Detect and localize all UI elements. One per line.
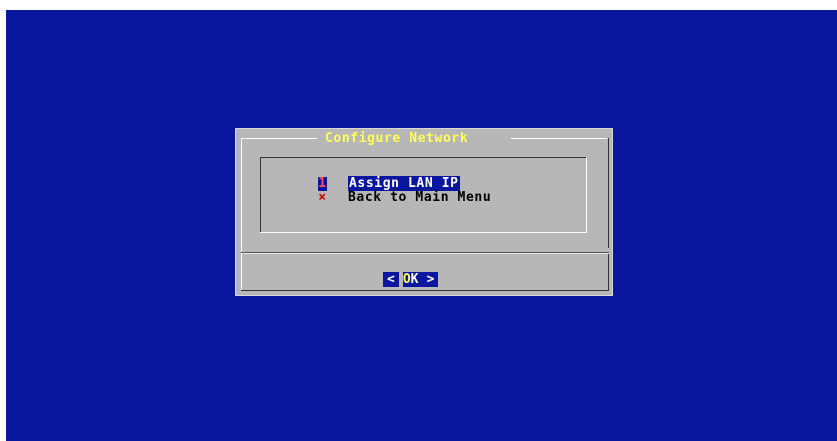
listbox-border-bottom	[260, 232, 587, 233]
ok-button[interactable]: < OK >	[383, 272, 439, 287]
menu-item-key: 1	[318, 176, 327, 191]
listbox-border-top	[260, 157, 587, 158]
menu-item-label: Assign LAN IP	[348, 176, 460, 191]
ok-button-label: OK	[398, 272, 423, 287]
button-separator-highlight	[241, 253, 609, 254]
dialog-border-left	[241, 138, 242, 263]
menu-item-back-to-main-menu[interactable]: × Back to Main Menu	[318, 191, 491, 205]
dialog-border-bottom	[241, 290, 609, 291]
dialog-title: Configure Network	[323, 131, 471, 147]
console-screen: Configure Network 1 Assign LAN IP × Back t…	[6, 10, 837, 441]
menu-item-key: ×	[318, 190, 327, 205]
listbox-border-right	[586, 157, 587, 233]
menu-item-assign-lan-ip[interactable]: 1 Assign LAN IP	[318, 176, 460, 191]
dialog-border-left-lower	[241, 263, 242, 291]
menu-item-label: Back to Main Menu	[348, 190, 492, 205]
configure-network-dialog: Configure Network 1 Assign LAN IP × Back t…	[235, 128, 613, 296]
dialog-border-right	[608, 138, 609, 248]
dialog-border-right-lower	[608, 252, 609, 290]
ok-button-left-bracket: <	[383, 272, 399, 287]
ok-button-right-bracket: >	[422, 272, 439, 287]
dialog-border-top-right	[511, 138, 607, 139]
ok-button-hotkey: O	[402, 272, 411, 287]
ok-button-rest: K	[410, 272, 423, 287]
menu-listbox: 1 Assign LAN IP × Back to Main Menu	[260, 157, 587, 233]
dialog-border-top-left	[241, 138, 317, 139]
listbox-border-left	[260, 157, 261, 233]
